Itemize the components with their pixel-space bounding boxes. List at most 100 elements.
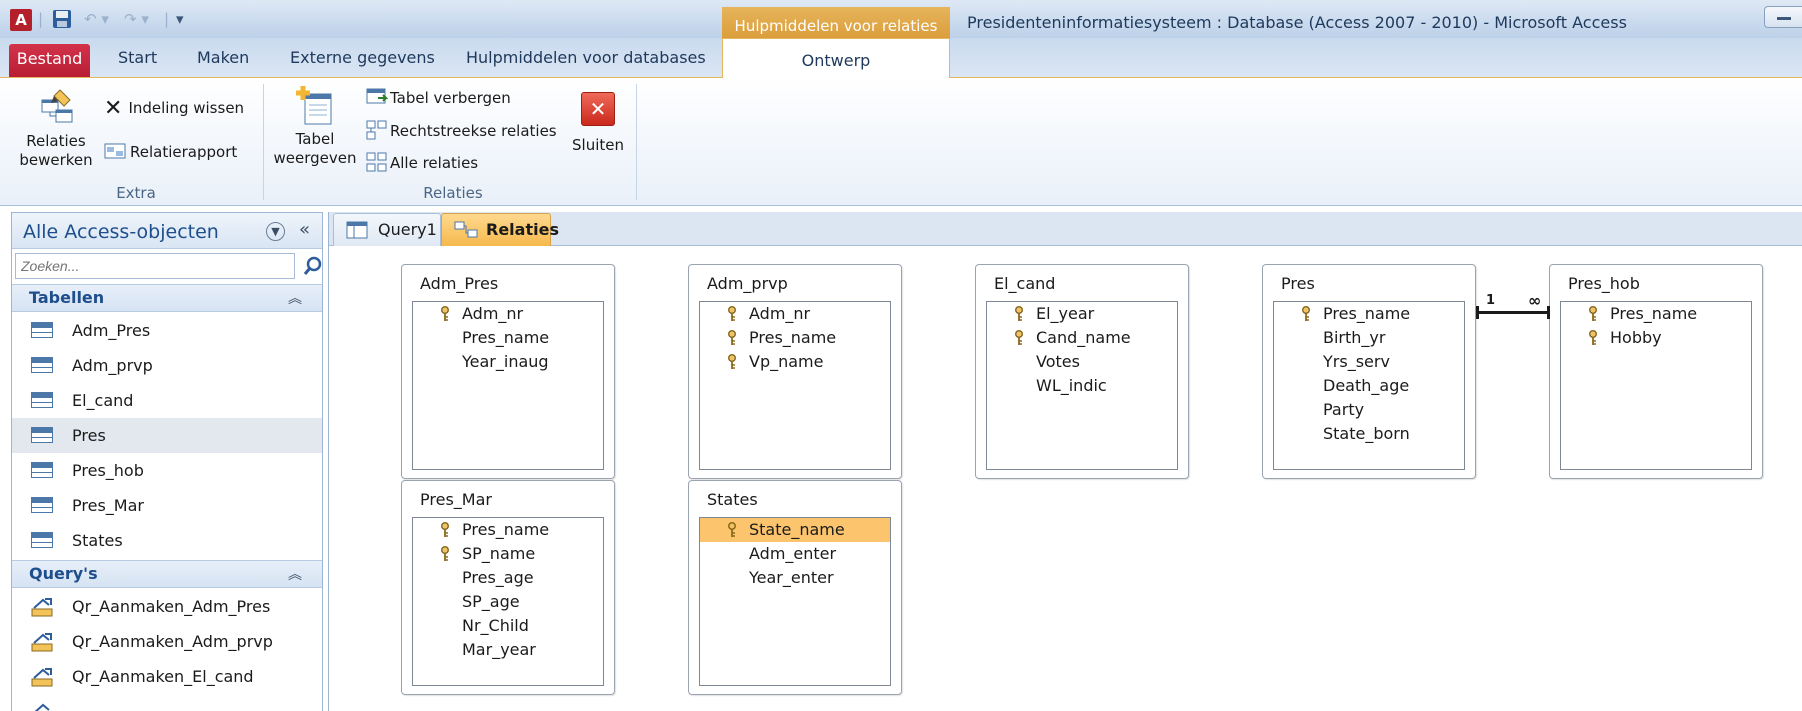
tab-start[interactable]: Start bbox=[118, 44, 157, 72]
table-box-title[interactable]: Pres_hob bbox=[1568, 274, 1640, 293]
nav-item-query-partial[interactable] bbox=[12, 694, 322, 711]
nav-item-adm-prvp[interactable]: Adm_prvp bbox=[12, 348, 322, 383]
field-item[interactable]: Party bbox=[1274, 398, 1464, 422]
field-item[interactable]: State_born bbox=[1274, 422, 1464, 446]
group-label-extra: Extra bbox=[116, 184, 156, 202]
nav-section-tables[interactable]: Tabellen ︽ bbox=[12, 284, 322, 312]
field-item[interactable]: WL_indic bbox=[987, 374, 1177, 398]
field-item[interactable]: Yrs_serv bbox=[1274, 350, 1464, 374]
field-item[interactable]: Hobby bbox=[1561, 326, 1751, 350]
field-item[interactable]: Year_inaug bbox=[413, 350, 603, 374]
relation-report-button[interactable]: Relatierapport bbox=[104, 142, 237, 161]
field-item[interactable]: Cand_name bbox=[987, 326, 1177, 350]
table-box-states[interactable]: States State_name Adm_enter Year_enter bbox=[688, 480, 902, 695]
primary-key-icon bbox=[441, 546, 449, 561]
field-item[interactable]: Nr_Child bbox=[413, 614, 603, 638]
field-list[interactable]: El_year Cand_name Votes WL_indic bbox=[986, 301, 1178, 470]
field-list[interactable]: Pres_name Birth_yr Yrs_serv Death_age Party S… bbox=[1273, 301, 1465, 470]
tab-database-tools[interactable]: Hulpmiddelen voor databases bbox=[466, 44, 706, 72]
field-item[interactable]: Pres_name bbox=[413, 518, 603, 542]
undo-icon[interactable]: ↶ ▾ bbox=[84, 8, 109, 30]
nav-item-pres[interactable]: Pres bbox=[12, 418, 322, 453]
nav-section-queries[interactable]: Query's ︽ bbox=[12, 560, 322, 588]
tab-design[interactable]: Ontwerp bbox=[722, 38, 950, 79]
nav-item-el-cand[interactable]: El_cand bbox=[12, 383, 322, 418]
table-box-pres-mar[interactable]: Pres_Mar Pres_name SP_name Pres_age SP_age Nr… bbox=[401, 480, 615, 695]
nav-item-states[interactable]: States bbox=[12, 523, 322, 558]
minimize-button[interactable] bbox=[1764, 6, 1802, 28]
table-box-title[interactable]: El_cand bbox=[994, 274, 1055, 293]
field-item[interactable]: Year_enter bbox=[700, 566, 890, 590]
show-table-icon bbox=[296, 86, 332, 125]
search-icon[interactable] bbox=[303, 256, 323, 276]
nav-item-query[interactable]: Qr_Aanmaken_Adm_prvp bbox=[12, 624, 322, 659]
nav-item-query[interactable]: Qr_Aanmaken_El_cand bbox=[12, 659, 322, 694]
field-item[interactable]: Pres_name bbox=[1274, 302, 1464, 326]
all-relations-button[interactable]: Alle relaties bbox=[366, 152, 478, 172]
field-item[interactable]: Pres_name bbox=[1561, 302, 1751, 326]
nav-item-pres-hob[interactable]: Pres_hob bbox=[12, 453, 322, 488]
collapse-pane-icon[interactable]: « bbox=[299, 219, 310, 240]
field-item[interactable]: Pres_age bbox=[413, 566, 603, 590]
nav-item-query[interactable]: Qr_Aanmaken_Adm_Pres bbox=[12, 589, 322, 624]
clear-layout-button[interactable]: ✕ Indeling wissen bbox=[104, 96, 244, 121]
field-item[interactable]: Death_age bbox=[1274, 374, 1464, 398]
redo-icon[interactable]: ↷ ▾ bbox=[124, 8, 149, 30]
field-list[interactable]: Adm_nr Pres_name Year_inaug bbox=[412, 301, 604, 470]
direct-relations-button[interactable]: Rechtstreekse relaties bbox=[366, 120, 557, 140]
table-box-adm-prvp[interactable]: Adm_prvp Adm_nr Pres_name Vp_name bbox=[688, 264, 902, 479]
field-item[interactable]: El_year bbox=[987, 302, 1177, 326]
nav-header[interactable]: Alle Access-objecten ▼ « bbox=[12, 213, 322, 249]
access-app-icon[interactable]: A bbox=[10, 9, 32, 31]
close-button[interactable]: ✕ Sluiten bbox=[568, 92, 628, 155]
field-item[interactable]: Votes bbox=[987, 350, 1177, 374]
field-item[interactable]: Adm_enter bbox=[700, 542, 890, 566]
chevron-up-icon[interactable]: ︽ bbox=[288, 288, 302, 308]
hide-table-button[interactable]: Tabel verbergen bbox=[366, 88, 511, 107]
table-box-title[interactable]: Pres_Mar bbox=[420, 490, 492, 509]
table-box-title[interactable]: Adm_Pres bbox=[420, 274, 498, 293]
nav-title[interactable]: Alle Access-objecten bbox=[23, 221, 219, 243]
field-item[interactable]: Pres_name bbox=[413, 326, 603, 350]
field-item[interactable]: SP_age bbox=[413, 590, 603, 614]
field-list[interactable]: Adm_nr Pres_name Vp_name bbox=[699, 301, 891, 470]
tab-file[interactable]: Bestand bbox=[9, 44, 90, 77]
field-list[interactable]: Pres_name SP_name Pres_age SP_age Nr_Child Ma… bbox=[412, 517, 604, 686]
relation-report-icon bbox=[104, 143, 126, 159]
field-item[interactable]: SP_name bbox=[413, 542, 603, 566]
table-box-pres-hob[interactable]: Pres_hob Pres_name Hobby bbox=[1549, 264, 1763, 479]
table-box-el-cand[interactable]: El_cand El_year Cand_name Votes WL_indic bbox=[975, 264, 1189, 479]
table-box-pres[interactable]: Pres Pres_name Birth_yr Yrs_serv Death_age Pa… bbox=[1262, 264, 1476, 479]
field-list[interactable]: State_name Adm_enter Year_enter bbox=[699, 517, 891, 686]
nav-item-label: Adm_Pres bbox=[72, 321, 151, 340]
customize-qat-icon[interactable]: ▾ bbox=[176, 8, 184, 30]
save-icon[interactable] bbox=[52, 8, 72, 30]
field-item[interactable]: Adm_nr bbox=[700, 302, 890, 326]
field-name: State_born bbox=[1323, 424, 1410, 443]
table-box-title[interactable]: Adm_prvp bbox=[707, 274, 788, 293]
table-box-title[interactable]: States bbox=[707, 490, 758, 509]
doctab-relaties[interactable]: Relaties bbox=[441, 213, 559, 246]
field-list[interactable]: Pres_name Hobby bbox=[1560, 301, 1752, 470]
tab-create[interactable]: Maken bbox=[197, 44, 249, 72]
relationship-line[interactable] bbox=[1476, 311, 1550, 314]
doctab-query1[interactable]: Query1 bbox=[333, 213, 441, 246]
chevron-down-icon[interactable]: ▼ bbox=[266, 222, 285, 241]
nav-item-adm-pres[interactable]: Adm_Pres bbox=[12, 313, 322, 348]
table-box-title[interactable]: Pres bbox=[1281, 274, 1315, 293]
table-icon bbox=[31, 322, 53, 338]
table-box-adm-pres[interactable]: Adm_Pres Adm_nr Pres_name Year_inaug bbox=[401, 264, 615, 479]
nav-item-pres-mar[interactable]: Pres_Mar bbox=[12, 488, 322, 523]
field-item[interactable]: Mar_year bbox=[413, 638, 603, 662]
field-item[interactable]: State_name bbox=[700, 518, 890, 542]
field-item[interactable]: Adm_nr bbox=[413, 302, 603, 326]
field-item[interactable]: Vp_name bbox=[700, 350, 890, 374]
search-input[interactable] bbox=[15, 253, 295, 279]
field-item[interactable]: Birth_yr bbox=[1274, 326, 1464, 350]
edit-relations-button[interactable]: Relaties bewerken bbox=[16, 84, 96, 170]
chevron-up-icon[interactable]: ︽ bbox=[288, 564, 302, 584]
show-table-button[interactable]: Tabel weergeven bbox=[272, 84, 358, 168]
field-item[interactable]: Pres_name bbox=[700, 326, 890, 350]
tab-external-data[interactable]: Externe gegevens bbox=[290, 44, 435, 72]
primary-key-icon bbox=[1015, 330, 1023, 345]
